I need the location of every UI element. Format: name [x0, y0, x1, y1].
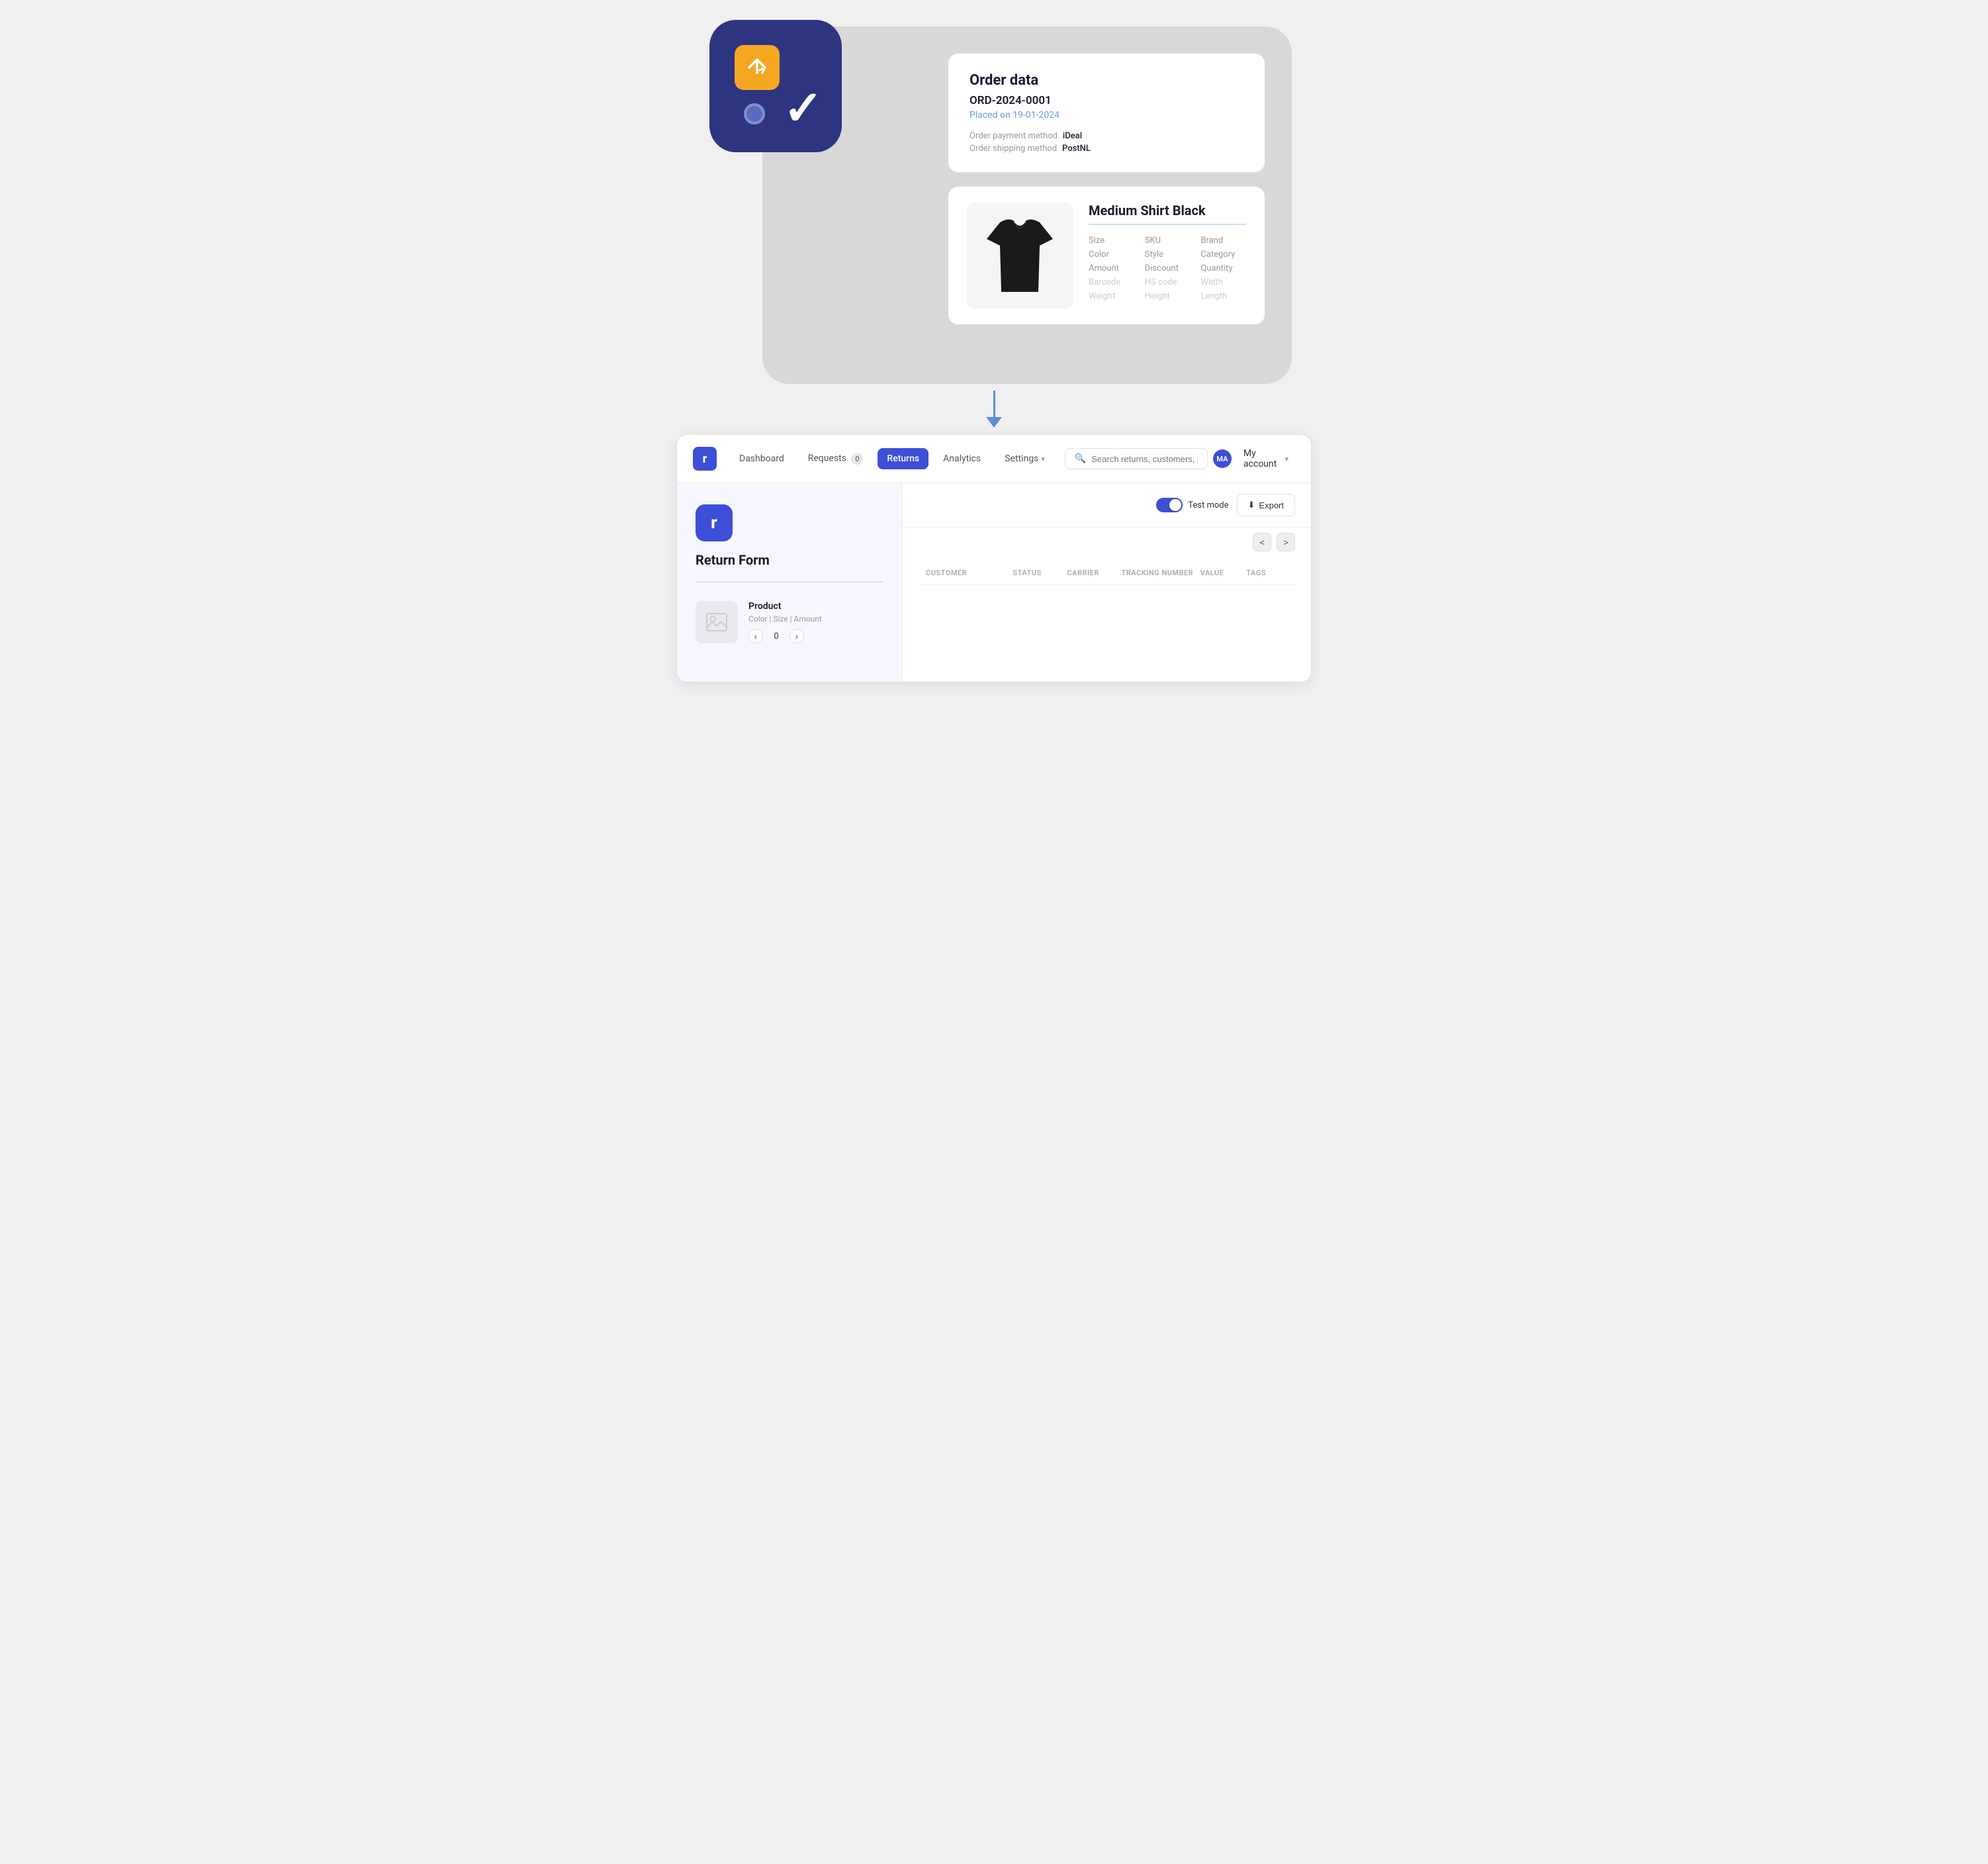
order-card-title: Order data	[970, 72, 1243, 89]
payment-value: iDeal	[1063, 131, 1082, 141]
export-label: Export	[1259, 500, 1284, 510]
return-form-panel: r Return Form Product Color | Size | Amo…	[677, 483, 902, 682]
nav-settings[interactable]: Settings ▾	[995, 448, 1054, 469]
attr-hs-code: HS code	[1145, 277, 1191, 287]
order-card: Order data ORD-2024-0001 Placed on 19-01…	[948, 53, 1265, 173]
quantity-control: ‹ 0 ›	[748, 629, 883, 643]
nav-dashboard[interactable]: Dashboard	[730, 448, 793, 469]
nav-requests[interactable]: Requests 0	[799, 447, 873, 470]
search-icon: 🔍	[1075, 453, 1086, 464]
product-entry-name: Product	[748, 601, 883, 612]
pagination: < >	[918, 528, 1295, 551]
table-header: CUSTOMER STATUS CARRIER TRACKING NUMBER …	[918, 562, 1295, 584]
search-input[interactable]	[1091, 454, 1198, 464]
attr-length: Length	[1200, 291, 1246, 301]
arrow-line	[993, 391, 995, 417]
illustration-area: ✓ Order data ORD-2024-0001 Placed on 19-…	[696, 13, 1292, 384]
col-tracking: TRACKING NUMBER	[1122, 569, 1195, 577]
requests-badge: 0	[851, 453, 863, 465]
product-image	[967, 203, 1073, 308]
export-icon: ⬇	[1248, 500, 1255, 510]
avatar: MA	[1213, 449, 1232, 468]
product-thumb-icon	[696, 601, 738, 643]
search-box[interactable]: 🔍	[1065, 448, 1208, 469]
split-layout: r Return Form Product Color | Size | Amo…	[677, 483, 1311, 682]
col-value: VALUE	[1200, 569, 1242, 577]
product-entry: Product Color | Size | Amount ‹ 0 ›	[696, 601, 883, 643]
product-details: Medium Shirt Black Size SKU Brand Color …	[1089, 203, 1246, 308]
order-payment-row: Order payment method iDeal	[970, 131, 1243, 141]
pagination-next-button[interactable]: >	[1277, 533, 1295, 551]
order-date: Placed on 19-01-2024	[970, 110, 1243, 120]
shipping-label: Order shipping method	[970, 144, 1057, 154]
main-content: Test mode ⬇ Export < > CUSTOMER STATUS C…	[902, 483, 1311, 682]
payment-label: Order payment method	[970, 131, 1058, 141]
nav-account[interactable]: My account ▾	[1237, 444, 1295, 473]
col-status: STATUS	[1013, 569, 1062, 577]
attr-barcode: Barcode	[1089, 277, 1134, 287]
product-name: Medium Shirt Black	[1089, 203, 1246, 218]
product-entry-attrs: Color | Size | Amount	[748, 614, 883, 624]
nav-analytics[interactable]: Analytics	[934, 448, 990, 469]
product-attributes: Size SKU Brand Color Style Category Amou…	[1089, 236, 1246, 301]
attr-category: Category	[1200, 250, 1246, 259]
quantity-decrease-button[interactable]: ‹	[748, 629, 763, 643]
attr-height: Height	[1145, 291, 1191, 301]
table-empty-state	[918, 584, 1295, 637]
order-meta: Order payment method iDeal Order shippin…	[970, 131, 1243, 154]
table-area: < > CUSTOMER STATUS CARRIER TRACKING NUM…	[902, 528, 1311, 653]
gray-blob: ✓ Order data ORD-2024-0001 Placed on 19-…	[762, 26, 1292, 384]
product-card: Medium Shirt Black Size SKU Brand Color …	[948, 186, 1265, 325]
attr-color: Color	[1089, 250, 1134, 259]
col-carrier: CARRIER	[1067, 569, 1116, 577]
return-form-title: Return Form	[696, 552, 883, 568]
attr-sku: SKU	[1145, 236, 1191, 246]
attr-brand: Brand	[1200, 236, 1246, 246]
shipping-value: PostNL	[1062, 144, 1091, 154]
attr-discount: Discount	[1145, 263, 1191, 273]
test-mode-label: Test mode	[1188, 500, 1228, 510]
order-shipping-row: Order shipping method PostNL	[970, 144, 1243, 154]
toolbar: Test mode ⬇ Export	[902, 483, 1311, 528]
app-container: r Dashboard Requests 0 Returns Analytics…	[676, 434, 1312, 682]
down-arrow	[986, 391, 1002, 428]
attr-style: Style	[1145, 250, 1191, 259]
col-tags: TAGS	[1246, 569, 1287, 577]
arrow-head	[986, 417, 1002, 428]
arrow-connector	[986, 391, 1002, 428]
pagination-prev-button[interactable]: <	[1253, 533, 1271, 551]
navbar: r Dashboard Requests 0 Returns Analytics…	[677, 435, 1311, 483]
product-entry-details: Product Color | Size | Amount ‹ 0 ›	[748, 601, 883, 643]
nav-returns[interactable]: Returns	[878, 448, 928, 469]
order-id: ORD-2024-0001	[970, 94, 1243, 107]
attr-width: Width	[1200, 277, 1246, 287]
account-chevron-icon: ▾	[1285, 455, 1288, 463]
quantity-increase-button[interactable]: ›	[790, 629, 804, 643]
account-label: My account	[1243, 448, 1281, 469]
test-mode-toggle-container: Test mode	[1156, 498, 1228, 512]
settings-chevron-icon: ▾	[1041, 455, 1045, 463]
export-button[interactable]: ⬇ Export	[1237, 494, 1295, 516]
nav-logo: r	[693, 447, 717, 471]
return-form-logo: r	[696, 504, 733, 541]
attr-quantity: Quantity	[1200, 263, 1246, 273]
return-form-divider	[696, 581, 883, 582]
quantity-value: 0	[770, 631, 783, 641]
col-customer: CUSTOMER	[926, 569, 1007, 577]
attr-amount: Amount	[1089, 263, 1134, 273]
attr-size: Size	[1089, 236, 1134, 246]
test-mode-toggle[interactable]	[1156, 498, 1183, 512]
app-icon: ✓	[709, 20, 842, 152]
attr-weight: Weight	[1089, 291, 1134, 301]
product-divider	[1089, 224, 1246, 225]
